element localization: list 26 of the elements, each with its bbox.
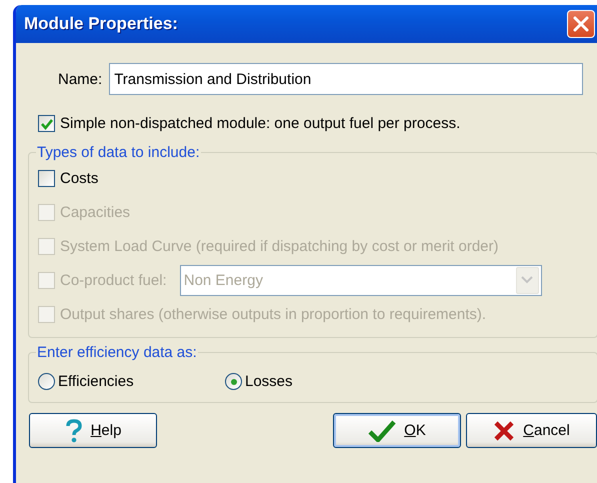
ok-button[interactable]: OK (333, 413, 461, 448)
name-label: Name: (58, 70, 102, 88)
checkbox-label: Costs (60, 170, 98, 186)
group-title: Types of data to include: (36, 144, 201, 161)
checkbox-label: Output shares (otherwise outputs in proportion to requirements). (60, 306, 486, 322)
checkbox-label: Co-product fuel: (60, 272, 167, 288)
close-icon (572, 15, 590, 33)
name-field[interactable]: Transmission and Distribution (109, 63, 584, 95)
radio-label: Losses (245, 373, 293, 390)
checkbox[interactable] (38, 115, 55, 132)
group-title: Enter efficiency data as: (36, 344, 198, 361)
radio-button[interactable] (225, 373, 242, 390)
dropdown-value: Non Energy (184, 272, 263, 288)
checkbox-label: System Load Curve (required if dispatching by cost or merit order) (60, 238, 499, 254)
help-button[interactable]: Help (29, 413, 157, 448)
cancel-button[interactable]: Cancel (466, 413, 597, 448)
question-mark-icon (64, 418, 83, 442)
checkbox-label: Capacities (60, 204, 130, 220)
radio-label: Efficiencies (58, 373, 134, 390)
checkbox-label: Simple non-dispatched module: one output fuel per process. (60, 115, 460, 132)
radio-button[interactable] (38, 373, 55, 390)
window-title: Module Properties: (24, 14, 178, 34)
checkmark-icon (368, 420, 396, 442)
checkbox[interactable] (38, 170, 55, 186)
cross-icon (493, 420, 516, 442)
close-button[interactable] (567, 10, 595, 38)
